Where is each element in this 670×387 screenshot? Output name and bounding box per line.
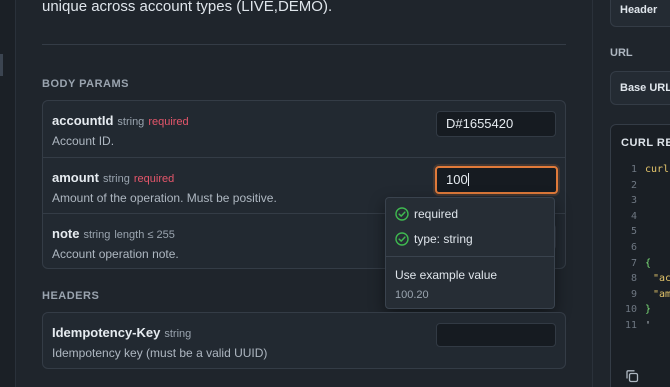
code-text: "am: [653, 288, 670, 300]
header-description: Idempotency key (must be a valid UUID): [52, 346, 268, 360]
line-number: 4: [630, 210, 637, 222]
body-params-title: BODY PARAMS: [42, 78, 129, 90]
header-row-idempotency-key: Idempotency-Key string Idempotency key (m…: [43, 313, 565, 369]
curl-request-panel: CURL REQUEST 1curl234567{8"ac9"am10}11': [610, 124, 670, 387]
code-text: "ac: [653, 273, 670, 285]
line-number: 6: [630, 242, 637, 253]
accountid-input[interactable]: D#1655420: [436, 111, 556, 137]
left-rail-marker: [0, 54, 3, 76]
line-number: 3: [630, 195, 637, 207]
code-line: 5: [611, 226, 670, 241]
header-button[interactable]: Header: [610, 0, 670, 27]
param-type: string: [102, 173, 130, 185]
code-text: curl: [645, 164, 670, 175]
param-required-badge: required: [133, 173, 175, 185]
left-rail: [0, 0, 16, 387]
popover-divider: [386, 256, 554, 257]
amount-input[interactable]: 100: [435, 166, 558, 194]
check-circle-icon: [395, 232, 409, 246]
line-number: 2: [630, 179, 637, 191]
check-label: type: string: [414, 232, 473, 246]
check-required: required: [395, 207, 458, 221]
validation-popover: required type: string Use example value …: [385, 197, 555, 309]
line-number: 10: [624, 304, 637, 316]
use-example-value-button[interactable]: Use example value: [395, 268, 497, 282]
header-type: string: [164, 328, 192, 340]
example-value: 100.20: [395, 289, 429, 301]
code-text: ': [645, 320, 652, 331]
param-required-badge: required: [148, 116, 189, 128]
param-name: amount: [52, 170, 99, 185]
divider: [42, 44, 566, 45]
panel-divider: [592, 0, 593, 387]
param-type: string: [117, 116, 145, 128]
code-line: 8 "ac: [611, 273, 670, 288]
param-constraint: length ≤ 255: [114, 229, 175, 241]
param-name: accountId: [52, 113, 114, 128]
headers-list: Idempotency-Key string Idempotency key (m…: [42, 312, 566, 369]
line-number: 7: [630, 257, 637, 269]
code-line: 6: [611, 242, 670, 257]
code-line: 7{: [611, 258, 670, 273]
base-url-button[interactable]: Base URL: [610, 71, 670, 105]
line-number: 9: [630, 288, 637, 300]
param-description: Amount of the operation. Must be positiv…: [52, 191, 277, 205]
line-number: 11: [624, 320, 637, 331]
code-text: {: [645, 257, 652, 269]
section-description: unique across account types (LIVE,DEMO).: [42, 0, 333, 15]
param-description: Account operation note.: [52, 247, 179, 261]
code-line: 11 ': [611, 320, 670, 335]
line-number: 1: [630, 164, 637, 175]
code-line: 9 "am: [611, 289, 670, 304]
check-circle-icon: [395, 207, 409, 221]
url-label: URL: [610, 47, 633, 59]
curl-title: CURL REQUEST: [621, 137, 670, 149]
headers-title: HEADERS: [42, 290, 100, 302]
check-type: type: string: [395, 232, 473, 246]
code-line: 10}: [611, 304, 670, 319]
param-name: note: [52, 226, 80, 241]
code-text: }: [645, 304, 652, 316]
line-number: 5: [630, 226, 637, 238]
copy-icon[interactable]: [625, 369, 639, 383]
param-row-accountid: accountId string required Account ID. D#16…: [43, 101, 565, 157]
code-line: 2: [611, 180, 670, 195]
idempotency-key-input[interactable]: [436, 323, 556, 347]
code-line: 4: [611, 211, 670, 226]
amount-input-value: 100: [446, 172, 468, 187]
line-number: 8: [630, 273, 637, 285]
check-label: required: [414, 207, 459, 221]
param-type: string: [83, 229, 111, 241]
header-name: Idempotency-Key: [52, 325, 161, 340]
param-description: Account ID.: [52, 134, 115, 148]
text-caret: [467, 173, 469, 186]
code-line: 3: [611, 195, 670, 210]
code-line: 1 curl: [611, 164, 670, 179]
